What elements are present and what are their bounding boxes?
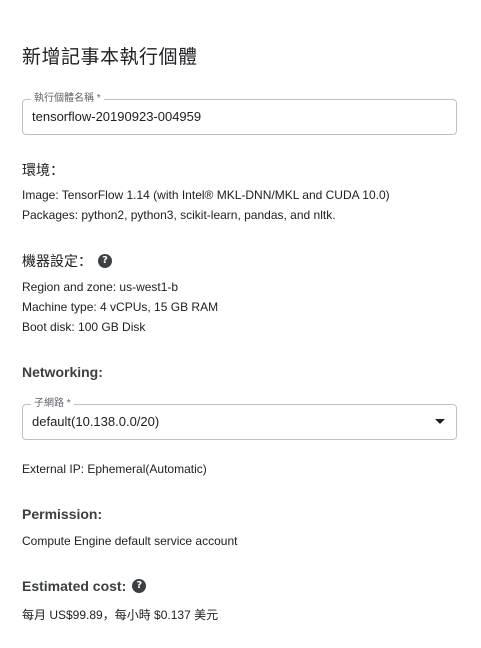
instance-name-input[interactable]: tensorflow-20190923-004959 bbox=[32, 109, 201, 124]
permission-heading: Permission: bbox=[22, 506, 102, 522]
estimated-cost-heading-label: Estimated cost: bbox=[22, 578, 127, 594]
environment-heading-label: 環境： bbox=[22, 162, 64, 178]
machine-config-heading-label: 機器設定： bbox=[22, 253, 92, 269]
subnet-select[interactable]: 子網路 * default(10.138.0.0/20) bbox=[22, 397, 457, 440]
environment-heading: 環境： bbox=[22, 160, 64, 180]
permission-heading-label: Permission: bbox=[22, 506, 103, 522]
environment-packages-line: Packages: python2, python3, scikit-learn… bbox=[22, 208, 336, 222]
environment-image-line: Image: TensorFlow 1.14 (with Intel® MKL-… bbox=[22, 188, 390, 202]
boot-disk-line: Boot disk: 100 GB Disk bbox=[22, 320, 146, 334]
machine-type-line: Machine type: 4 vCPUs, 15 GB RAM bbox=[22, 300, 219, 314]
dialog-title: 新增記事本執行個體 bbox=[22, 47, 198, 68]
help-circle-icon[interactable]: ? bbox=[132, 579, 147, 593]
estimated-cost-heading: Estimated cost: ? bbox=[22, 578, 147, 594]
service-account-line: Compute Engine default service account bbox=[22, 534, 238, 548]
cost-estimate-line: 每月 US$99.89，每小時 $0.137 美元 bbox=[22, 608, 219, 622]
networking-heading: Networking: bbox=[22, 364, 103, 380]
instance-name-field[interactable]: 執行個體名稱 * tensorflow-20190923-004959 bbox=[22, 92, 457, 135]
dropdown-arrow-icon[interactable] bbox=[435, 419, 445, 424]
machine-config-heading: 機器設定： ? bbox=[22, 251, 112, 271]
external-ip-line: External IP: Ephemeral(Automatic) bbox=[22, 462, 207, 476]
subnet-selected-value: default(10.138.0.0/20) bbox=[32, 414, 160, 429]
instance-name-label: 執行個體名稱 * bbox=[31, 92, 104, 106]
subnet-label: 子網路 * bbox=[31, 397, 74, 411]
networking-heading-label: Networking: bbox=[22, 364, 103, 380]
region-zone-line: Region and zone: us-west1-b bbox=[22, 280, 179, 294]
help-circle-icon[interactable]: ? bbox=[98, 254, 112, 268]
